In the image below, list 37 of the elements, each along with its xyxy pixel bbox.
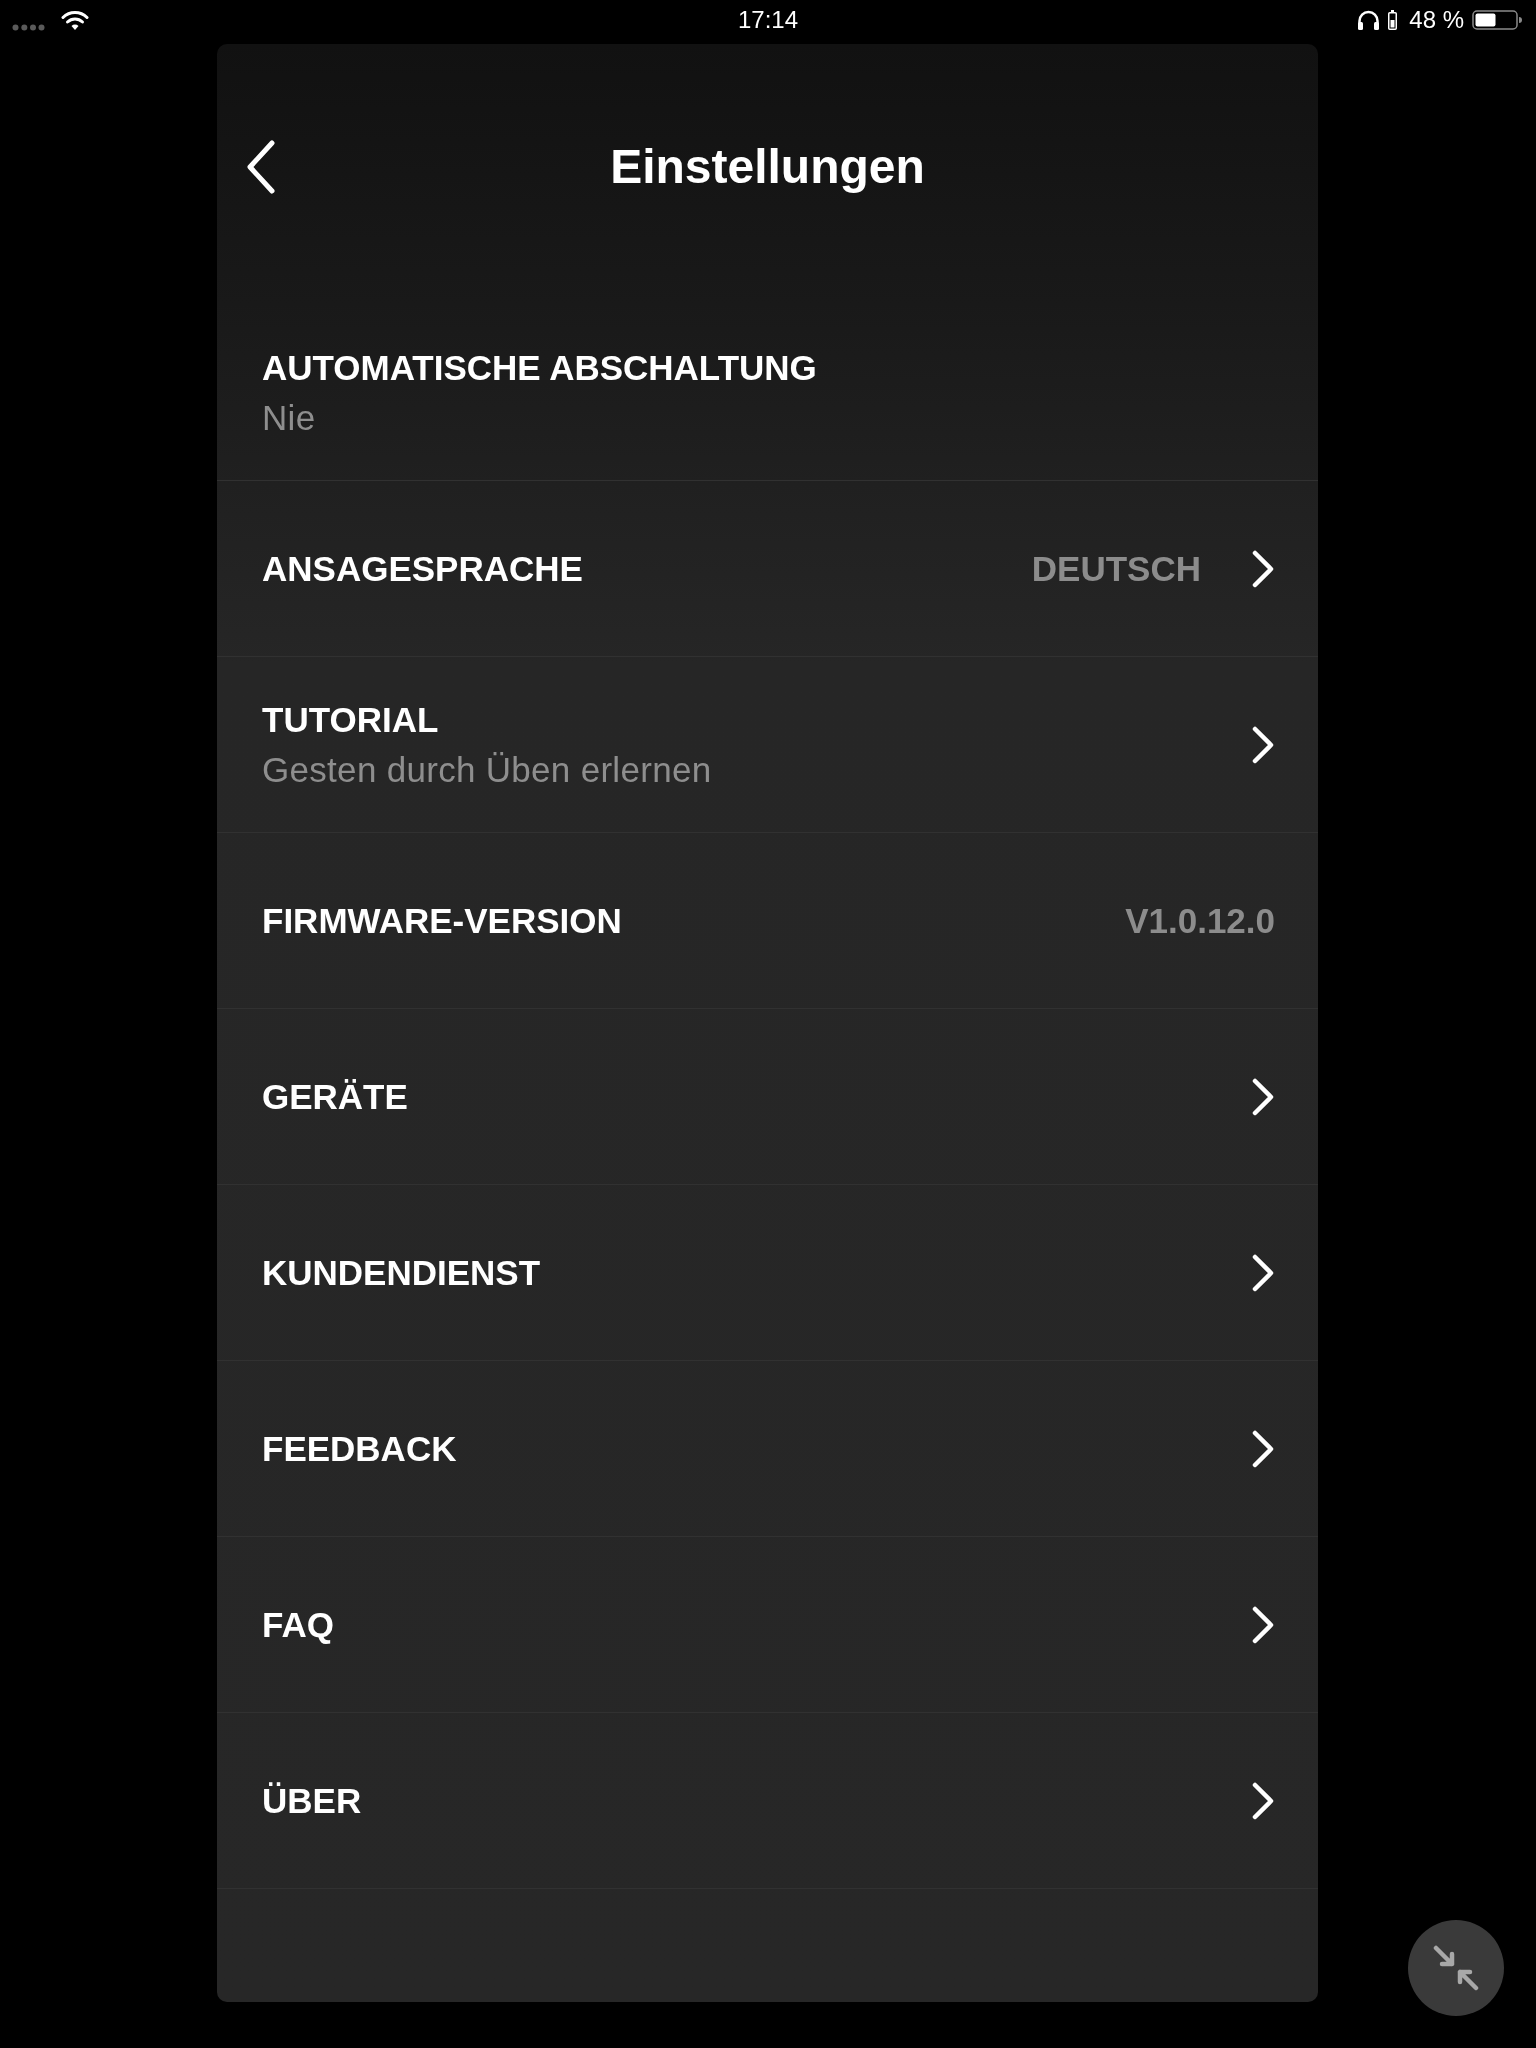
settings-row[interactable]: TUTORIAL Gesten durch Üben erlernen	[217, 657, 1318, 833]
battery-percent: 48 %	[1409, 6, 1464, 34]
wifi-icon	[61, 9, 89, 31]
setting-label: GERÄTE	[262, 1076, 408, 1117]
setting-value: V1.0.12.0	[1125, 900, 1275, 941]
chevron-right-icon	[1251, 1605, 1275, 1644]
settings-row[interactable]: KUNDENDIENST	[217, 1185, 1318, 1361]
setting-label: AUTOMATISCHE ABSCHALTUNG	[262, 347, 817, 388]
chevron-right-icon	[1251, 549, 1275, 588]
chevron-right-icon	[1251, 725, 1275, 764]
page-title: Einstellungen	[610, 139, 925, 195]
settings-row[interactable]: FEEDBACK	[217, 1361, 1318, 1537]
settings-row[interactable]: FAQ	[217, 1537, 1318, 1713]
chevron-right-icon	[1251, 1781, 1275, 1820]
chevron-right-icon	[1251, 1429, 1275, 1468]
setting-label: ÜBER	[262, 1780, 362, 1821]
setting-label: KUNDENDIENST	[262, 1252, 541, 1293]
setting-subtitle: Nie	[262, 397, 317, 438]
headphone-battery-icon	[1388, 10, 1398, 30]
setting-subtitle: Gesten durch Üben erlernen	[262, 749, 712, 790]
setting-value: DEUTSCH	[1031, 548, 1201, 589]
setting-label: FIRMWARE-VERSION	[262, 900, 622, 941]
setting-label: FAQ	[262, 1604, 334, 1645]
headphones-icon	[1357, 10, 1381, 30]
chevron-right-icon	[1251, 1253, 1275, 1292]
settings-row[interactable]: ANSAGESPRACHE DEUTSCH	[217, 481, 1318, 657]
settings-row[interactable]: GERÄTE	[217, 1009, 1318, 1185]
setting-label: TUTORIAL	[262, 699, 440, 740]
setting-label: FEEDBACK	[262, 1428, 457, 1469]
chevron-left-icon	[246, 140, 276, 194]
setting-label: ANSAGESPRACHE	[262, 548, 583, 589]
chevron-right-icon	[1251, 1077, 1275, 1116]
signal-dots-icon	[12, 23, 45, 31]
inward-arrows-icon	[1433, 1945, 1479, 1991]
battery-icon	[1472, 10, 1522, 30]
status-time: 17:14	[737, 6, 799, 34]
settings-row[interactable]: ÜBER	[217, 1713, 1318, 1889]
